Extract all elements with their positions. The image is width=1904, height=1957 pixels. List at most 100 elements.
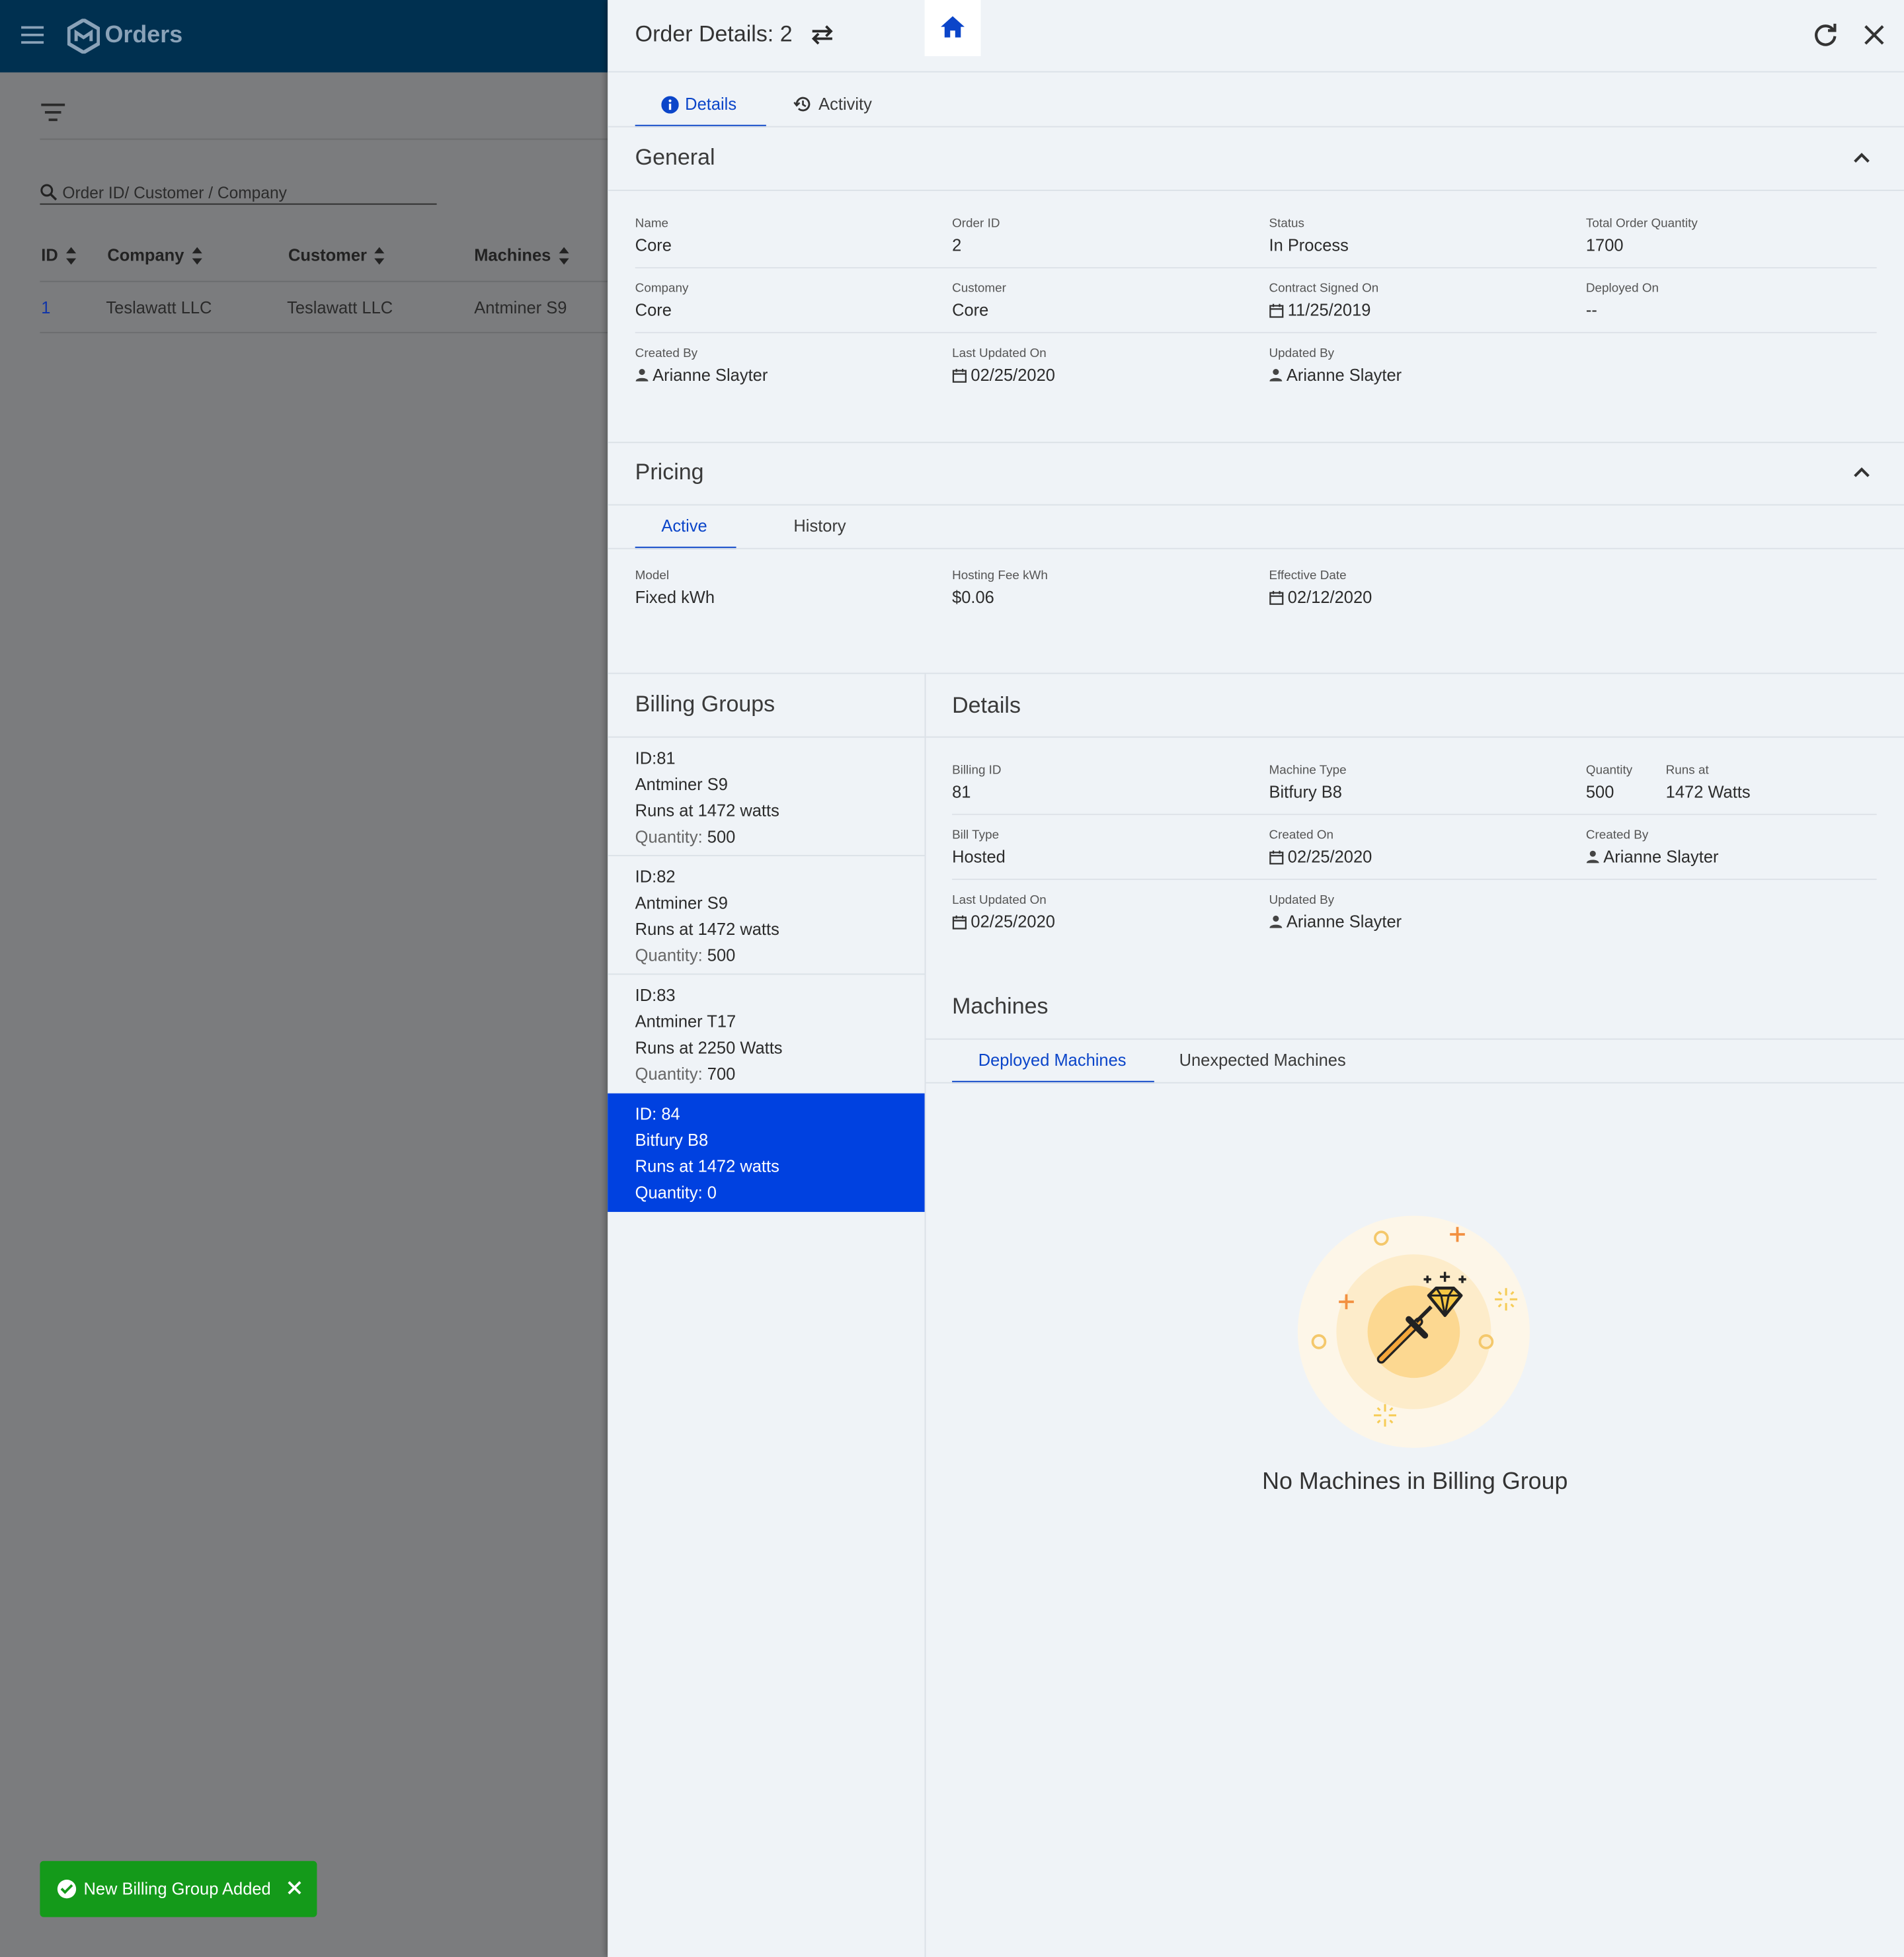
row-divider [635,266,1877,268]
close-icon[interactable] [1863,24,1885,46]
created-by-value: Arianne Slayter [653,366,768,385]
tab-label: Active [661,516,707,536]
calendar-icon [952,368,967,382]
last-updated-value: 02/25/2020 [971,366,1055,385]
field-value: 11/25/2019 [1269,301,1370,319]
billing-group-machine: Antminer S9 [635,893,728,912]
tab-deployed-machines[interactable]: Deployed Machines [978,1051,1127,1070]
field-value: 1472 Watts [1666,783,1751,801]
tab-label: History [793,516,846,536]
pickaxe-diamond-illustration [1297,1215,1530,1448]
row-divider [952,879,1877,880]
sort-icon[interactable] [558,246,569,264]
billing-group-id: ID:83 [635,986,676,1005]
calendar-icon [952,914,967,929]
field-label: Created On [1269,828,1334,843]
field-label: Status [1269,217,1305,231]
section-divider [608,442,1904,444]
tab-activity[interactable]: Activity [793,95,872,114]
row-divider [635,332,1877,334]
home-icon [941,16,965,38]
billing-id-value: 81 [952,782,971,801]
billing-group-runs: Runs at 1472 watts [635,801,779,820]
field-value: Bitfury B8 [1269,783,1341,801]
field-label: Runs at [1665,764,1709,778]
field-value: In Process [1269,236,1348,255]
section-divider [608,189,1904,191]
field-label: Model [635,569,670,583]
tab-pricing-history[interactable]: History [793,517,846,536]
column-label: Machines [474,245,551,265]
billing-group-id: ID: 84 [635,1104,680,1124]
sort-icon[interactable] [374,246,385,264]
person-icon [1269,915,1283,928]
field-value: Arianne Slayter [1269,366,1402,384]
quantity-label: Quantity: [635,945,703,965]
field-value: 500 [1586,783,1614,801]
field-label: Bill Type [952,828,1000,843]
field-label: Updated By [1269,893,1335,908]
field-value: -- [1586,301,1597,319]
billing-group-quantity: Quantity: 0 [635,1183,717,1202]
column-header-customer[interactable]: Customer [288,246,385,264]
orders-page: Orders ID Company Customer Machines 1 Te… [0,0,608,1957]
quantity-value: 700 [707,1064,736,1084]
field-label: Contract Signed On [1269,282,1379,296]
updated-by-value: Arianne Slayter [1286,912,1402,932]
tabs-divider [608,126,1904,128]
field-label: Order ID [952,217,1000,231]
panel-title: Order Details: 2 [635,21,793,46]
order-id-link[interactable]: 1 [41,298,50,317]
history-icon [793,97,811,112]
sort-icon[interactable] [65,246,76,264]
tab-unexpected-machines[interactable]: Unexpected Machines [1179,1051,1346,1070]
column-header-company[interactable]: Company [107,246,202,264]
field-value: Arianne Slayter [635,366,768,384]
pricing-section-title: Pricing [635,459,704,485]
menu-icon[interactable] [19,24,46,46]
field-value: Hosted [952,848,1006,866]
app-header: Orders [0,0,608,73]
billing-group-item-selected[interactable]: ID: 84 Bitfury B8 Runs at 1472 watts Qua… [608,1093,925,1213]
section-divider [608,672,1904,674]
search-input[interactable] [62,182,424,204]
column-header-id[interactable]: ID [41,246,76,264]
name-value: Core [635,235,672,255]
billing-group-item[interactable]: ID:81 Antminer S9 Runs at 1472 watts Qua… [608,738,924,856]
tab-label: Unexpected Machines [1179,1051,1346,1070]
created-by-value: Arianne Slayter [1603,847,1719,867]
billing-group-id: ID:81 [635,748,676,768]
chevron-up-icon[interactable] [1853,151,1870,163]
quantity-label: Quantity: [635,1064,703,1084]
field-value: Fixed kWh [635,588,715,606]
billing-group-machine: Bitfury B8 [635,1131,709,1150]
refresh-icon[interactable] [1813,22,1838,48]
chevron-up-icon[interactable] [1853,465,1870,478]
billing-group-item[interactable]: ID:82 Antminer S9 Runs at 1472 watts Qua… [608,856,924,975]
tab-details[interactable]: Details [661,95,736,114]
order-id-value: 2 [952,235,962,255]
company-value: Core [635,300,672,320]
total-quantity-value: 1700 [1585,235,1624,255]
home-button[interactable] [924,0,981,56]
billing-group-machine: Antminer T17 [635,1012,736,1031]
column-header-machines[interactable]: Machines [474,246,569,264]
tabs-divider [608,547,1904,549]
billing-group-runs: Runs at 1472 watts [635,920,779,939]
billing-group-quantity: Quantity: 500 [635,946,736,965]
billing-group-runs: Runs at 1472 watts [635,1156,779,1176]
column-divider [924,674,926,1957]
sort-icon[interactable] [191,246,202,264]
field-label: Hosting Fee kWh [952,569,1048,583]
toast-close-icon[interactable] [287,1878,302,1896]
swap-icon[interactable] [807,21,837,49]
toast-message: New Billing Group Added [83,1880,271,1899]
billing-group-item[interactable]: ID:83 Antminer T17 Runs at 2250 Watts Qu… [608,975,924,1093]
section-divider [608,504,1904,506]
contract-signed-value: 11/25/2019 [1287,300,1371,320]
section-divider [926,1038,1904,1040]
filter-icon[interactable] [41,102,66,122]
tab-pricing-active[interactable]: Active [661,517,707,536]
quantity-value: 500 [707,827,736,846]
deployed-on-value: -- [1585,300,1597,320]
